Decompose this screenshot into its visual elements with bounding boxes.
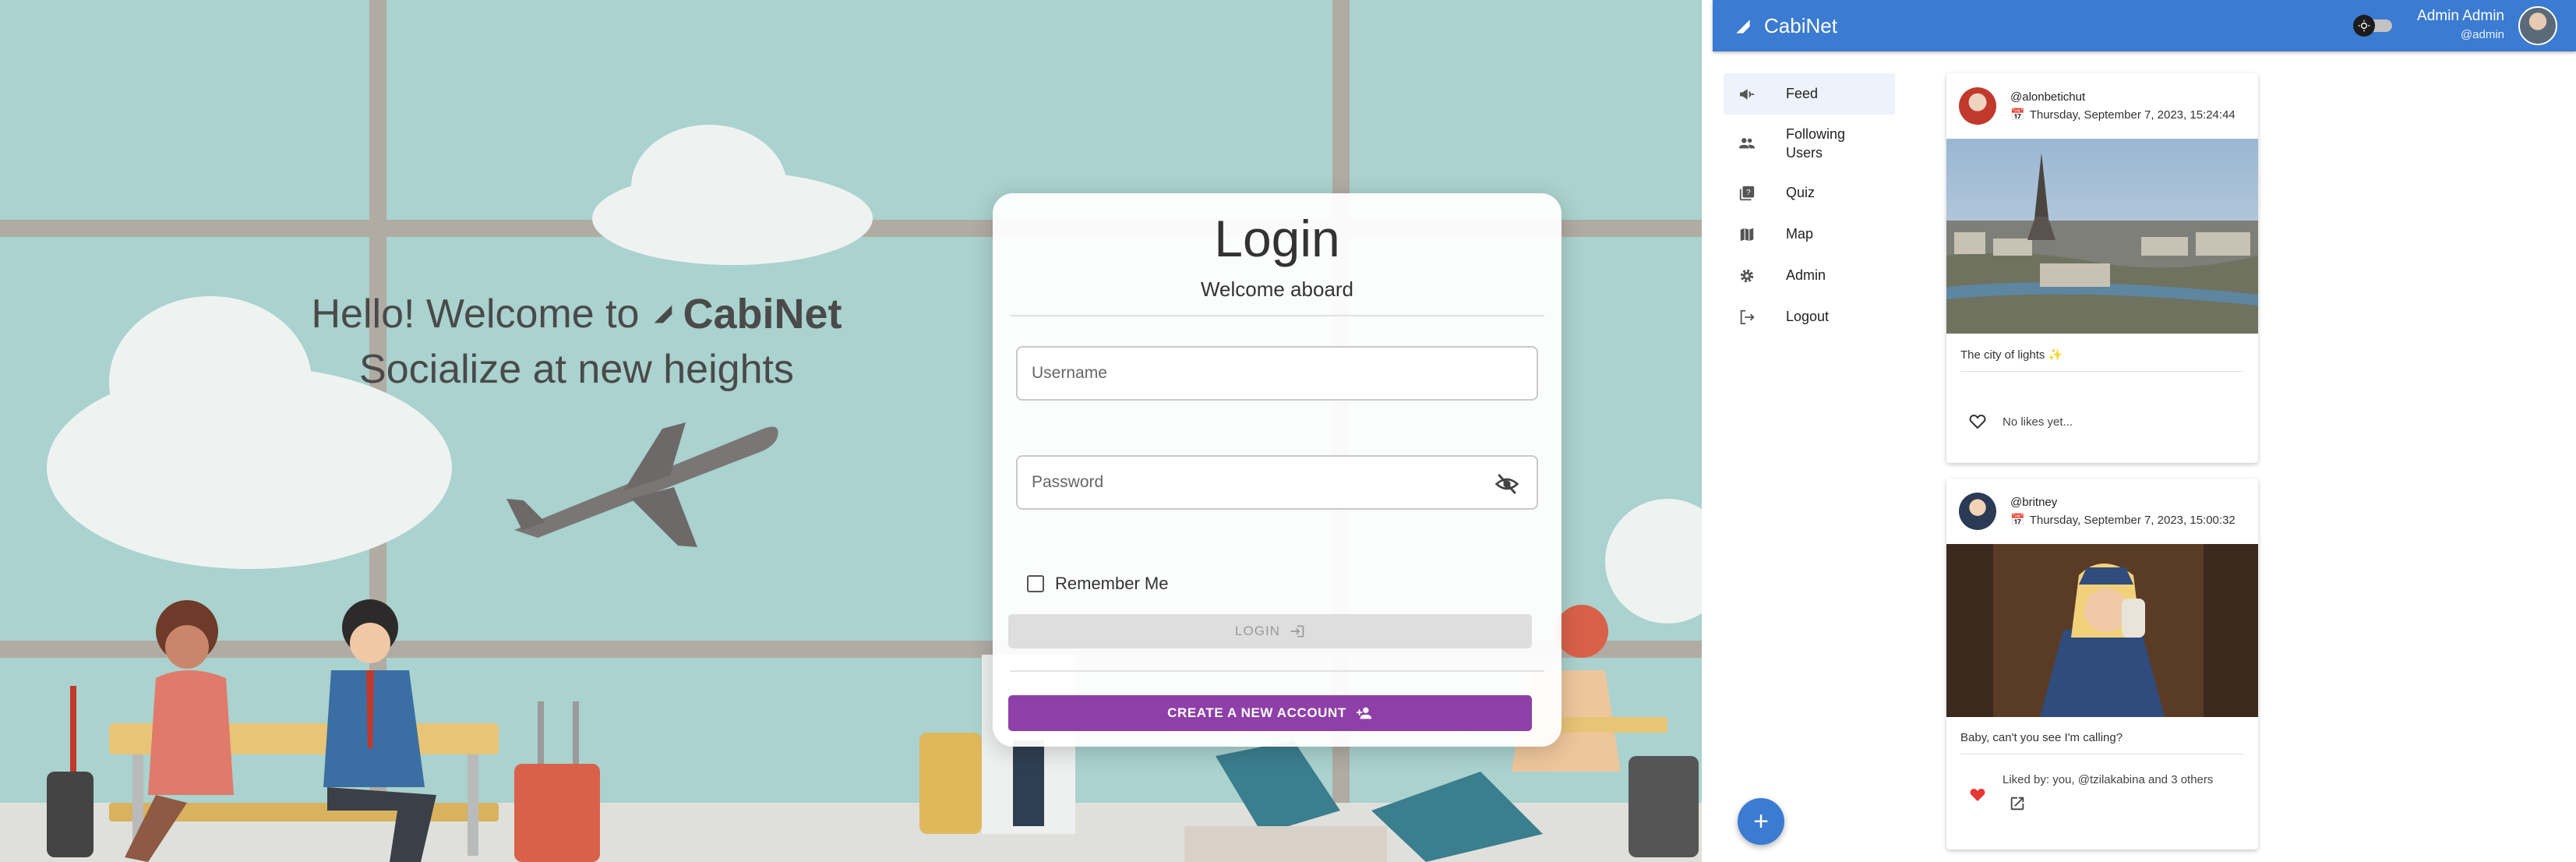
quiz-icon: ? — [1738, 184, 1756, 203]
app-screen: CabiNet Admin Admin @admin Feed Followin… — [1713, 0, 2576, 862]
calendar-icon: 📅 — [2010, 108, 2025, 122]
app-logo[interactable]: CabiNet — [1733, 14, 1837, 38]
calendar-icon: 📅 — [2010, 514, 2025, 527]
post-footer: Liked by: you, @tzilakabina and 3 others — [1946, 754, 2258, 820]
login-button[interactable]: LOGIN — [1008, 614, 1532, 648]
post-date: 📅 Thursday, September 7, 2023, 15:24:44 — [2010, 108, 2235, 122]
login-card: Login Welcome aboard Remember Me LOGIN — [993, 193, 1561, 747]
post-footer: No likes yet... — [1946, 372, 2258, 437]
heart-outline-icon[interactable] — [1968, 412, 1987, 431]
brand-logo: CabiNet — [650, 290, 842, 338]
sidebar-item-feed[interactable]: Feed — [1724, 73, 1895, 115]
username-input[interactable] — [1018, 348, 1537, 399]
sidebar-item-label: Logout — [1786, 309, 1830, 325]
sidebar-item-admin[interactable]: Admin — [1724, 255, 1895, 296]
sidebar-item-map[interactable]: Map — [1724, 214, 1895, 255]
tail-icon — [1736, 19, 1750, 34]
welcome-prefix: Hello! Welcome to — [311, 291, 640, 337]
user-handle: @admin — [2460, 28, 2504, 41]
username-field[interactable] — [1016, 346, 1538, 401]
likes-text: Liked by: you, @tzilakabina and 3 others — [2003, 773, 2214, 786]
screen: Hello! Welcome to CabiNet Socialize at n… — [0, 0, 2576, 862]
sidebar-item-label: Quiz — [1786, 185, 1816, 201]
create-account-label: CREATE A NEW ACCOUNT — [1167, 705, 1346, 720]
post-header: @britney 📅 Thursday, September 7, 2023, … — [1946, 479, 2258, 544]
welcome-line: Hello! Welcome to CabiNet — [296, 290, 857, 338]
post-header: @alonbetichut 📅 Thursday, September 7, 2… — [1946, 73, 2258, 139]
cloud — [631, 125, 787, 249]
post-date: 📅 Thursday, September 7, 2023, 15:00:32 — [2010, 513, 2235, 528]
avatar[interactable] — [1959, 87, 1996, 125]
remember-label: Remember Me — [1055, 574, 1169, 593]
sidebar-item-logout[interactable]: Logout — [1724, 296, 1895, 337]
sidebar-item-label: Feed — [1786, 86, 1819, 102]
user-name: Admin Admin — [2417, 8, 2504, 24]
post-image[interactable] — [1946, 544, 2258, 717]
remember-checkbox[interactable] — [1027, 575, 1044, 592]
post-card: @alonbetichut 📅 Thursday, September 7, 2… — [1946, 73, 2258, 463]
open-in-new-icon[interactable] — [2009, 795, 2026, 812]
avatar[interactable] — [1959, 493, 1996, 530]
avatar[interactable] — [2518, 6, 2557, 45]
sidebar-item-label: Admin — [1786, 267, 1826, 284]
login-button-label: LOGIN — [1235, 624, 1280, 638]
post-image[interactable] — [1946, 139, 2258, 334]
sidebar-item-quiz[interactable]: ? Quiz — [1724, 172, 1895, 214]
likes-text: No likes yet... — [2003, 415, 2073, 429]
login-icon — [1290, 625, 1304, 638]
sun-icon — [2353, 15, 2375, 37]
visibility-off-icon[interactable] — [1494, 472, 1519, 496]
divider — [1010, 315, 1544, 316]
tail-icon — [655, 305, 672, 323]
login-title: Login — [1214, 210, 1340, 267]
brand-name: CabiNet — [683, 291, 842, 337]
tagline: Socialize at new heights — [359, 347, 794, 392]
sidebar-item-label: Following Users — [1786, 125, 1846, 161]
welcome-banner: Hello! Welcome to CabiNet Socialize at n… — [296, 290, 857, 393]
app-bar: CabiNet Admin Admin @admin — [1713, 0, 2576, 51]
person-add-icon — [1356, 707, 1372, 719]
user-info[interactable]: Admin Admin @admin — [2417, 8, 2504, 41]
post-date-text: Thursday, September 7, 2023, 15:00:32 — [2029, 513, 2235, 527]
post-caption: The city of lights ✨ — [1960, 348, 2063, 362]
divider — [1010, 670, 1544, 672]
add-post-button[interactable]: + — [1738, 798, 1784, 845]
login-screen: Hello! Welcome to CabiNet Socialize at n… — [0, 0, 1702, 862]
logout-icon — [1738, 308, 1756, 327]
svg-text:?: ? — [1746, 188, 1751, 196]
theme-toggle[interactable] — [2353, 14, 2392, 37]
map-icon — [1738, 225, 1756, 244]
post-username[interactable]: @alonbetichut — [2010, 90, 2085, 104]
remember-me[interactable]: Remember Me — [1027, 574, 1168, 594]
login-subtitle: Welcome aboard — [1200, 277, 1354, 301]
post-card: @britney 📅 Thursday, September 7, 2023, … — [1946, 479, 2258, 850]
gear-icon — [1738, 267, 1756, 285]
sidebar: Feed Following Users ? Quiz Map Admin Lo… — [1724, 73, 1895, 337]
post-caption: Baby, can't you see I'm calling? — [1960, 731, 2123, 744]
sidebar-item-label: Map — [1786, 226, 1814, 242]
people-icon — [1738, 134, 1756, 153]
cloud — [109, 296, 312, 468]
password-input[interactable] — [1018, 457, 1537, 508]
sidebar-item-following-users[interactable]: Following Users — [1724, 115, 1895, 172]
post-date-text: Thursday, September 7, 2023, 15:24:44 — [2029, 108, 2235, 122]
megaphone-icon — [1738, 85, 1756, 104]
airplane-illustration — [506, 422, 778, 547]
heart-filled-icon[interactable] — [1968, 786, 1987, 804]
post-username[interactable]: @britney — [2010, 496, 2057, 509]
app-brand: CabiNet — [1764, 14, 1837, 37]
password-field[interactable] — [1016, 455, 1538, 510]
create-account-button[interactable]: CREATE A NEW ACCOUNT — [1008, 695, 1532, 731]
